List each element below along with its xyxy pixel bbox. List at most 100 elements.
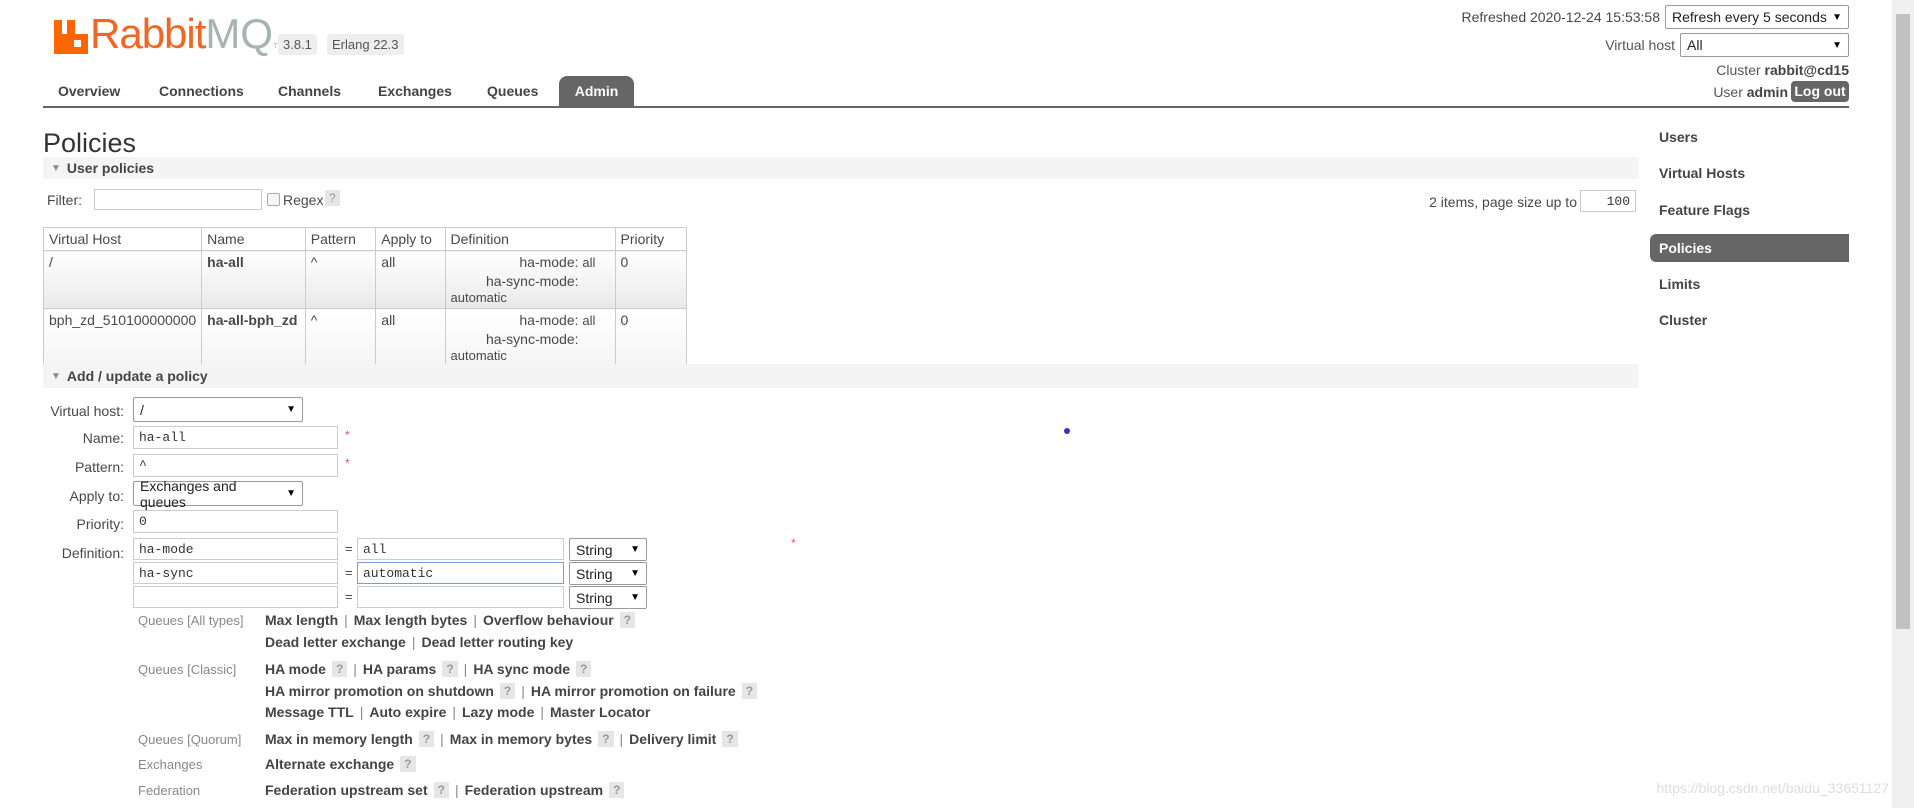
filter-label: Filter: <box>47 192 82 208</box>
separator: | <box>619 731 624 747</box>
tab-admin[interactable]: Admin <box>559 76 634 106</box>
help-button[interactable]: ? <box>576 661 592 677</box>
help-button[interactable]: ? <box>400 756 416 772</box>
chevron-down-icon: ▼ <box>286 488 296 499</box>
sidebar-item-limits[interactable]: Limits <box>1650 270 1849 298</box>
sidebar-item-users[interactable]: Users <box>1650 123 1849 151</box>
definition-value-input[interactable]: automatic <box>357 562 564 584</box>
definition-key-input[interactable]: ha-sync <box>133 562 338 584</box>
policy-key-link[interactable]: Auto expire <box>369 704 446 720</box>
policy-key-link[interactable]: HA mirror promotion on shutdown <box>265 683 494 699</box>
refresh-select[interactable]: Refresh every 5 seconds ▼ <box>1665 5 1849 29</box>
column-header[interactable]: Priority <box>614 227 688 251</box>
column-header[interactable]: Apply to <box>375 227 446 251</box>
definition-type-select[interactable]: String ▼ <box>569 586 647 609</box>
vhost-field-select[interactable]: / ▼ <box>133 397 303 422</box>
policy-key-link[interactable]: Message TTL <box>265 704 354 720</box>
definition-value-input[interactable] <box>357 586 564 608</box>
help-button[interactable]: ? <box>433 782 449 798</box>
help-button[interactable]: ? <box>609 782 625 798</box>
help-button[interactable]: ? <box>499 683 516 699</box>
help-links-row: HA mirror promotion on shutdown? | HA mirr… <box>265 683 758 699</box>
collapse-triangle-icon: ▼ <box>51 162 61 174</box>
separator: | <box>452 704 456 720</box>
policy-key-link[interactable]: Delivery limit <box>629 731 716 747</box>
policy-key-link[interactable]: Master Locator <box>550 704 650 720</box>
column-header[interactable]: Name <box>201 227 306 251</box>
policy-key-link[interactable]: Federation upstream set <box>265 782 428 798</box>
required-marker: * <box>345 428 350 442</box>
table-row[interactable]: bph_zd_510100000000 ha-all-bph_zd ^ all ha-m… <box>42 308 688 367</box>
policy-key-link[interactable]: HA params <box>363 661 436 677</box>
separator: | <box>540 704 544 720</box>
definition-key-input[interactable] <box>133 586 338 608</box>
help-button[interactable]: ? <box>418 731 435 747</box>
policy-key-link[interactable]: HA sync mode <box>473 661 570 677</box>
tab-channels[interactable]: Channels <box>266 76 353 106</box>
policy-key-link[interactable]: HA mode <box>265 661 326 677</box>
definition-type-select[interactable]: String ▼ <box>569 538 647 561</box>
help-button[interactable]: ? <box>325 190 340 206</box>
help-button[interactable]: ? <box>619 612 636 628</box>
help-button[interactable]: ? <box>598 731 614 747</box>
page-size-input[interactable]: 100 <box>1580 190 1636 212</box>
policy-key-link[interactable]: Dead letter routing key <box>421 634 573 650</box>
sidebar-item-virtual-hosts[interactable]: Virtual Hosts <box>1650 159 1849 187</box>
tab-exchanges[interactable]: Exchanges <box>366 76 464 106</box>
tab-queues[interactable]: Queues <box>475 76 550 106</box>
logout-button[interactable]: Log out <box>1791 81 1849 102</box>
rabbitmq-logo[interactable]: RabbitMQTM <box>54 13 283 55</box>
help-links-row: Max length | Max length bytes | Overflow beh… <box>265 612 636 628</box>
definition-value-input[interactable]: all <box>357 538 564 560</box>
definition-type-select[interactable]: String ▼ <box>569 562 647 585</box>
cell-vhost: / <box>42 250 203 309</box>
table-row[interactable]: / ha-all ^ all ha-mode: all ha-sync-mode: aut… <box>42 250 688 309</box>
policy-key-link[interactable]: Federation upstream <box>465 782 603 798</box>
column-header[interactable]: Virtual Host <box>42 227 203 251</box>
sidebar-item-policies[interactable]: Policies <box>1650 234 1849 262</box>
user-info: User admin <box>1713 84 1788 100</box>
help-links-row: Federation upstream set? | Federation upst… <box>265 782 625 798</box>
help-button[interactable]: ? <box>741 683 758 699</box>
column-header[interactable]: Pattern <box>304 227 377 251</box>
policy-key-link[interactable]: Lazy mode <box>462 704 534 720</box>
chevron-down-icon: ▼ <box>1832 11 1842 23</box>
page-title: Policies <box>43 128 137 158</box>
separator: | <box>353 661 357 677</box>
sidebar-item-feature-flags[interactable]: Feature Flags <box>1650 196 1849 224</box>
tab-connections[interactable]: Connections <box>147 76 256 106</box>
filter-input[interactable] <box>94 189 262 210</box>
priority-input[interactable]: 0 <box>133 510 338 533</box>
pattern-input[interactable]: ^ <box>133 454 338 477</box>
policy-key-link[interactable]: Dead letter exchange <box>265 634 406 650</box>
name-input[interactable]: ha-all <box>133 426 338 449</box>
help-group-label: Queues [Quorum] <box>138 732 242 747</box>
policies-table: Virtual Host Name Pattern Apply to Definitio… <box>42 227 688 367</box>
policy-key-link[interactable]: Alternate exchange <box>265 756 394 772</box>
name-label: Name: <box>82 430 124 446</box>
help-button[interactable]: ? <box>442 661 458 677</box>
help-button[interactable]: ? <box>331 661 348 677</box>
help-button[interactable]: ? <box>722 731 738 747</box>
sidebar-item-cluster[interactable]: Cluster <box>1650 306 1849 334</box>
add-policy-header[interactable]: ▼ Add / update a policy <box>43 364 1639 388</box>
policy-key-link[interactable]: Overflow behaviour <box>483 612 614 628</box>
policy-key-link[interactable]: Max length <box>265 612 338 628</box>
scrollbar[interactable] <box>1892 0 1914 808</box>
tab-overview[interactable]: Overview <box>46 76 132 106</box>
cell-apply_to: all <box>375 250 446 309</box>
user-policies-header[interactable]: ▼ User policies <box>43 157 1639 179</box>
cell-definition: ha-mode: all ha-sync-mode: automatic <box>444 250 616 309</box>
policy-key-link[interactable]: Max length bytes <box>354 612 468 628</box>
column-header[interactable]: Definition <box>444 227 616 251</box>
vhost-select[interactable]: All ▼ <box>1680 33 1849 57</box>
chevron-down-icon: ▼ <box>630 568 640 579</box>
apply-to-select[interactable]: Exchanges and queues ▼ <box>133 478 303 510</box>
policy-key-link[interactable]: Max in memory length <box>265 731 413 747</box>
scrollbar-thumb[interactable] <box>1896 14 1910 629</box>
definition-key-input[interactable]: ha-mode <box>133 538 338 560</box>
policy-key-link[interactable]: HA mirror promotion on failure <box>531 683 736 699</box>
definition-value: all <box>582 255 596 270</box>
regex-checkbox[interactable] <box>267 193 280 206</box>
policy-key-link[interactable]: Max in memory bytes <box>450 731 592 747</box>
